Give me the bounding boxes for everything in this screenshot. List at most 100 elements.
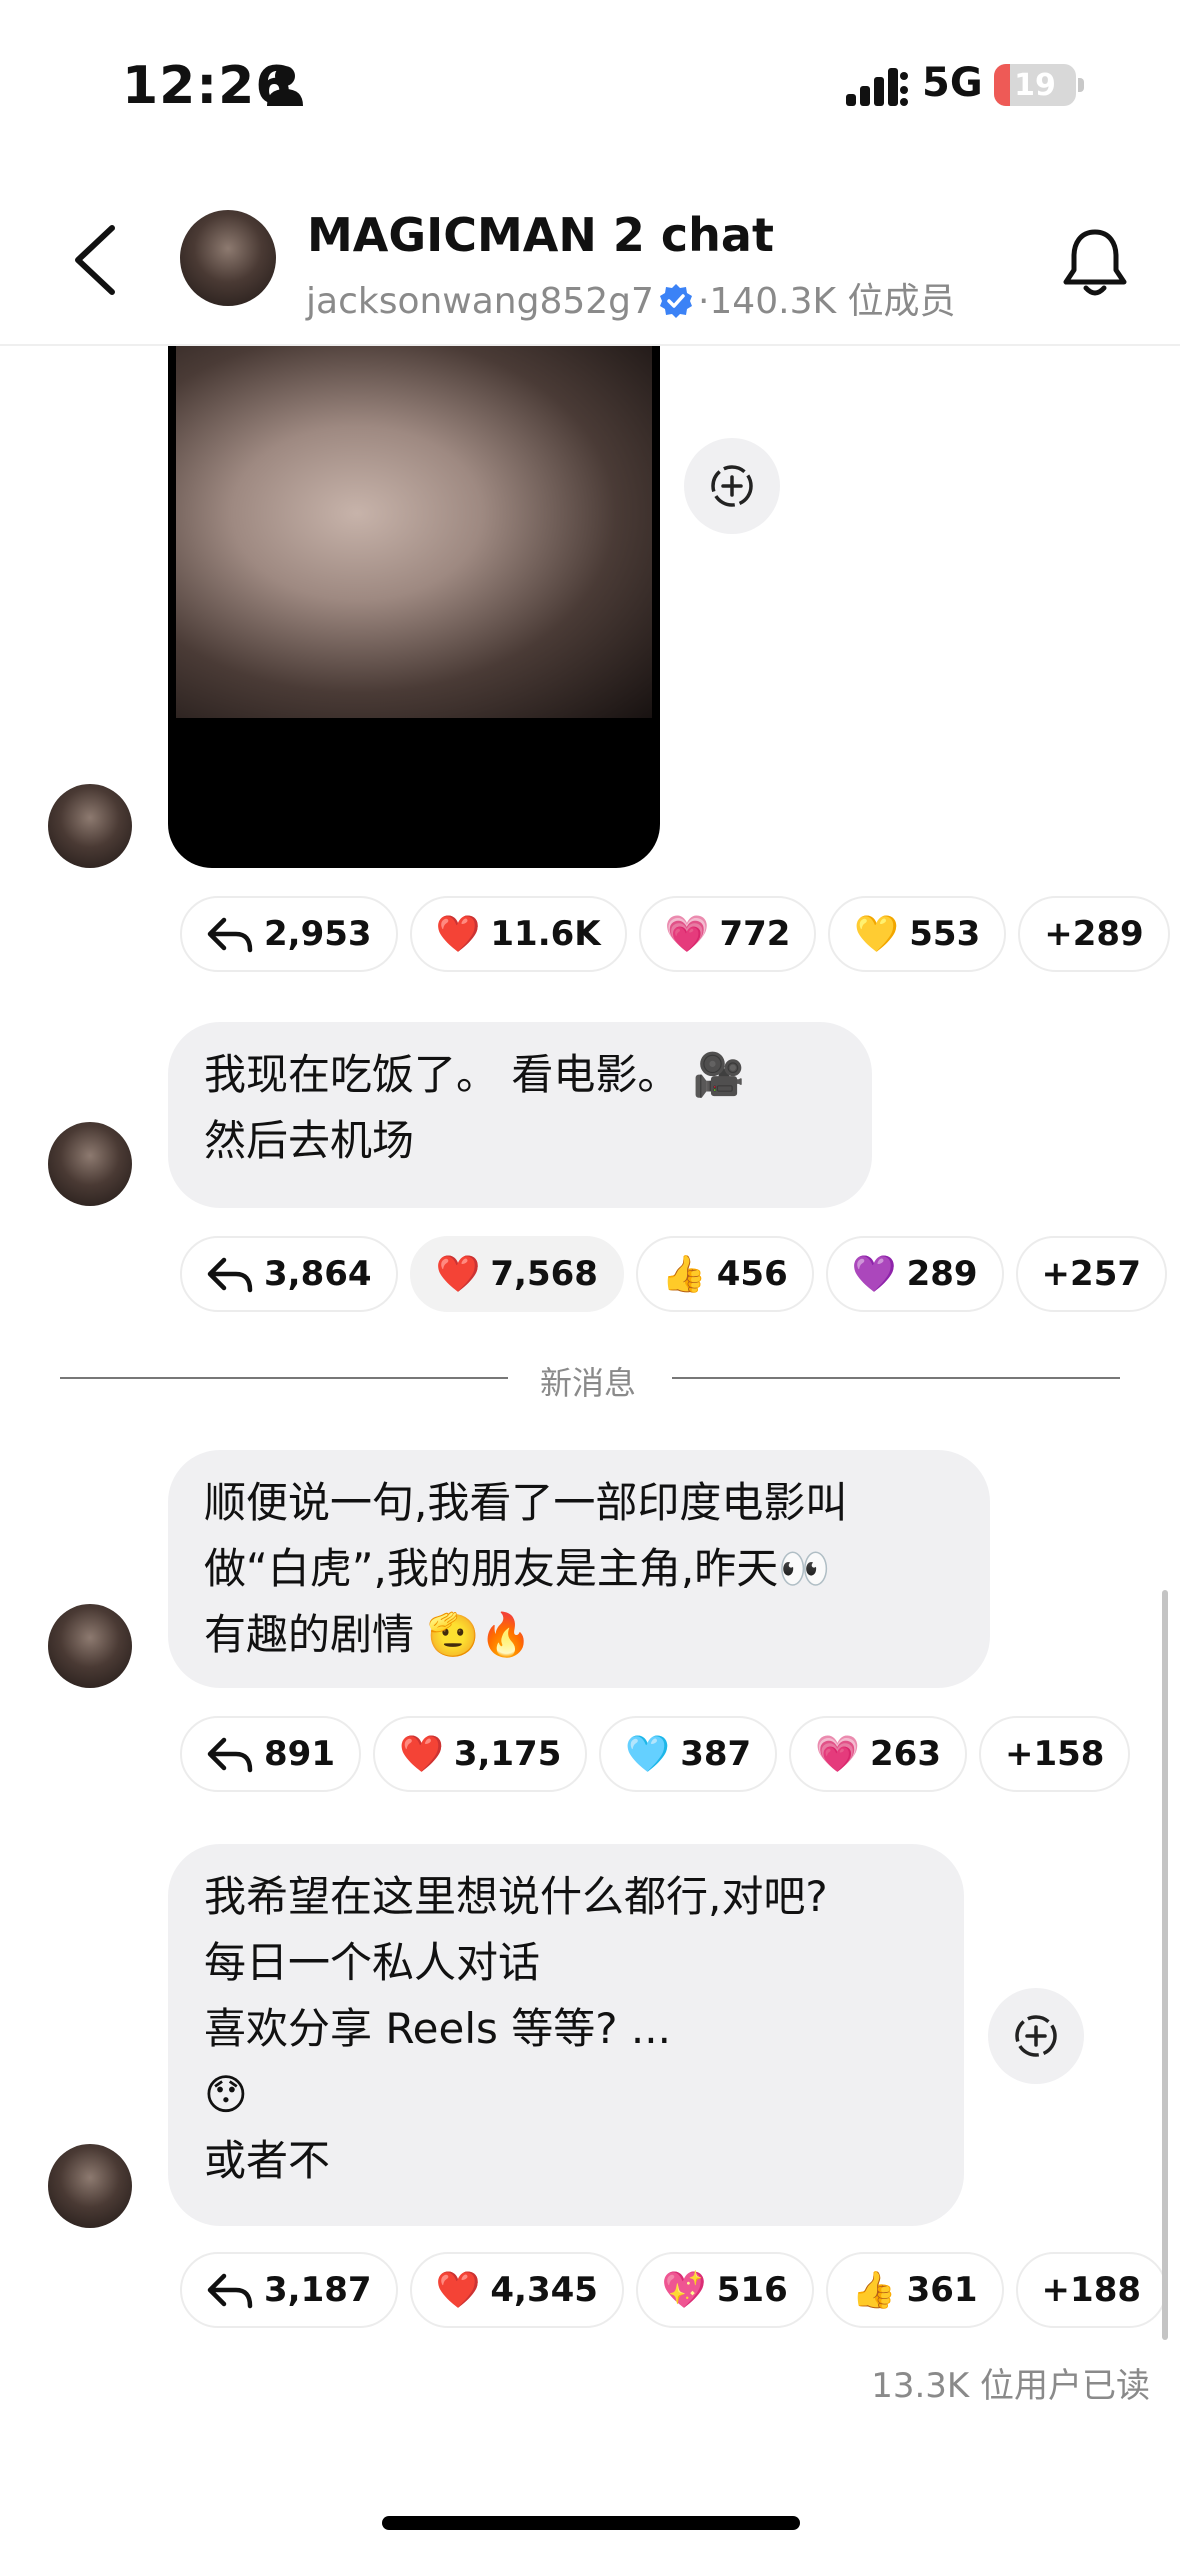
reaction-count: 263 [870, 1734, 941, 1774]
add-circle-icon [1015, 2015, 1057, 2057]
reaction-bar: 891 ❤️ 3,175 🩵 387 💗 263 +158 [180, 1716, 1131, 1792]
reaction-count: 772 [719, 914, 791, 954]
message-line: 顺便说一句,我看了一部印度电影叫 [204, 1478, 848, 1527]
message-bubble[interactable]: 我现在吃饭了。 看电影。 🎥 然后去机场 [168, 1022, 872, 1208]
reaction-bar: 3,187 ❤️ 4,345 💖 516 👍 361 +188 [180, 2252, 1168, 2328]
reaction-count: 7,568 [490, 1254, 598, 1294]
more-reactions-count: +289 [1044, 914, 1144, 954]
network-type: 5G [922, 60, 983, 106]
sparkling-heart-emoji: 💖 [661, 2270, 707, 2311]
photo-message[interactable] [168, 346, 660, 868]
reaction-chip[interactable]: 💜 289 [825, 1236, 1004, 1312]
home-indicator[interactable] [382, 2516, 800, 2530]
reaction-chip[interactable]: 👍 456 [635, 1236, 814, 1312]
message-line: 或者不 [204, 2136, 331, 2185]
chat-title[interactable]: MAGICMAN 2 chat [307, 208, 774, 262]
channel-avatar[interactable] [180, 210, 276, 306]
reply-icon [207, 917, 253, 953]
red-heart-emoji: ❤️ [435, 914, 481, 955]
message-bubble[interactable]: 顺便说一句,我看了一部印度电影叫 做“白虎”,我的朋友是主角,昨天👀 有趣的剧情… [168, 1450, 990, 1688]
reaction-chip[interactable]: 💖 516 [635, 2252, 814, 2328]
reaction-chip-selected[interactable]: ❤️ 7,568 [409, 1236, 624, 1312]
reply-count: 3,864 [264, 1254, 372, 1294]
message-line: 有趣的剧情 🫡🔥 [204, 1610, 532, 1659]
channel-username[interactable]: jacksonwang852g7 [306, 281, 654, 322]
add-circle-icon [711, 465, 753, 507]
reaction-count: 11.6K [490, 914, 601, 954]
person-icon [267, 66, 303, 106]
save-photo-button[interactable] [684, 438, 780, 534]
reaction-chip[interactable]: ❤️ 3,175 [372, 1716, 588, 1792]
message-line: 我现在吃饭了。 看电影。 🎥 [204, 1050, 745, 1099]
reply-count-chip[interactable]: 3,187 [180, 2252, 398, 2328]
red-heart-emoji: ❤️ [435, 1254, 481, 1295]
pink-heart-emoji: 💗 [815, 1734, 860, 1775]
reply-count: 891 [264, 1734, 335, 1774]
reaction-count: 3,175 [453, 1734, 562, 1774]
reaction-bar: 3,864 ❤️ 7,568 👍 456 💜 289 +257 [180, 1236, 1168, 1312]
purple-heart-emoji: 💜 [851, 1254, 897, 1295]
reaction-bar: 2,953 ❤️ 11.6K 💗 772 💛 553 +289 [180, 896, 1170, 972]
more-reactions-count: +257 [1041, 1254, 1142, 1294]
scrollbar[interactable] [1162, 1590, 1168, 2340]
reply-count-chip[interactable]: 3,864 [180, 1236, 398, 1312]
reply-count: 2,953 [264, 914, 372, 954]
battery-icon: 19 [994, 64, 1076, 106]
reaction-count: 289 [906, 1254, 978, 1294]
reaction-count: 361 [906, 2270, 978, 2310]
back-arrow-icon[interactable] [68, 222, 124, 298]
reply-icon [207, 1257, 253, 1293]
reaction-count: 4,345 [490, 2270, 598, 2310]
more-reactions-count: +188 [1041, 2270, 1142, 2310]
reaction-chip[interactable]: 💛 553 [828, 896, 1007, 972]
member-count: 140.3K 位成员 [709, 281, 956, 322]
more-reactions-chip[interactable]: +158 [978, 1716, 1131, 1792]
sender-avatar[interactable] [48, 784, 132, 868]
reply-icon [207, 2273, 253, 2309]
save-message-button[interactable] [988, 1988, 1084, 2084]
sender-avatar[interactable] [48, 1604, 132, 1688]
message-line: 喜欢分享 Reels 等等? ... [204, 2004, 671, 2053]
message-line: 我希望在这里想说什么都行,对吧? [204, 1872, 828, 1921]
reaction-chip[interactable]: 🩵 387 [599, 1716, 778, 1792]
pink-heart-emoji: 💗 [664, 914, 710, 955]
message-line: 然后去机场 [204, 1116, 415, 1165]
message-bubble[interactable]: 我希望在这里想说什么都行,对吧? 每日一个私人对话 喜欢分享 Reels 等等?… [168, 1844, 964, 2226]
reaction-chip[interactable]: ❤️ 11.6K [409, 896, 627, 972]
reaction-count: 387 [680, 1734, 752, 1774]
red-heart-emoji: ❤️ [398, 1734, 444, 1775]
reaction-chip[interactable]: 💗 263 [789, 1716, 967, 1792]
thumbs-up-emoji: 👍 [661, 1254, 707, 1295]
message-line: 😯 [204, 2070, 248, 2119]
red-heart-emoji: ❤️ [435, 2270, 481, 2311]
thumbs-up-emoji: 👍 [851, 2270, 897, 2311]
new-messages-divider: 新消息 [540, 1364, 637, 1402]
reply-icon [207, 1737, 253, 1773]
verified-badge-icon [659, 284, 692, 318]
more-reactions-chip[interactable]: +257 [1015, 1236, 1168, 1312]
more-reactions-count: +158 [1004, 1734, 1105, 1774]
yellow-heart-emoji: 💛 [854, 914, 900, 955]
battery-cap [1078, 78, 1084, 92]
light-blue-heart-emoji: 🩵 [625, 1734, 671, 1775]
reaction-chip[interactable]: 👍 361 [825, 2252, 1004, 2328]
chat-subtitle: jacksonwang852g7 ·140.3K 位成员 [306, 272, 956, 324]
sender-avatar[interactable] [48, 2144, 132, 2228]
reaction-chip[interactable]: 💗 772 [638, 896, 817, 972]
reaction-count: 553 [909, 914, 981, 954]
more-reactions-chip[interactable]: +289 [1018, 896, 1170, 972]
sender-avatar[interactable] [48, 1122, 132, 1206]
reply-count-chip[interactable]: 2,953 [180, 896, 398, 972]
divider-line-left [60, 1377, 508, 1379]
reply-count: 3,187 [264, 2270, 372, 2310]
photo-image[interactable] [176, 346, 652, 718]
message-line: 做“白虎”,我的朋友是主角,昨天👀 [204, 1544, 831, 1593]
message-line: 每日一个私人对话 [204, 1938, 541, 1987]
reaction-count: 456 [716, 1254, 788, 1294]
reply-count-chip[interactable]: 891 [180, 1716, 361, 1792]
bell-icon[interactable] [1060, 226, 1130, 302]
cellular-signal-icon [846, 68, 908, 106]
more-reactions-chip[interactable]: +188 [1015, 2252, 1168, 2328]
reaction-chip[interactable]: ❤️ 4,345 [409, 2252, 624, 2328]
reaction-count: 516 [716, 2270, 788, 2310]
